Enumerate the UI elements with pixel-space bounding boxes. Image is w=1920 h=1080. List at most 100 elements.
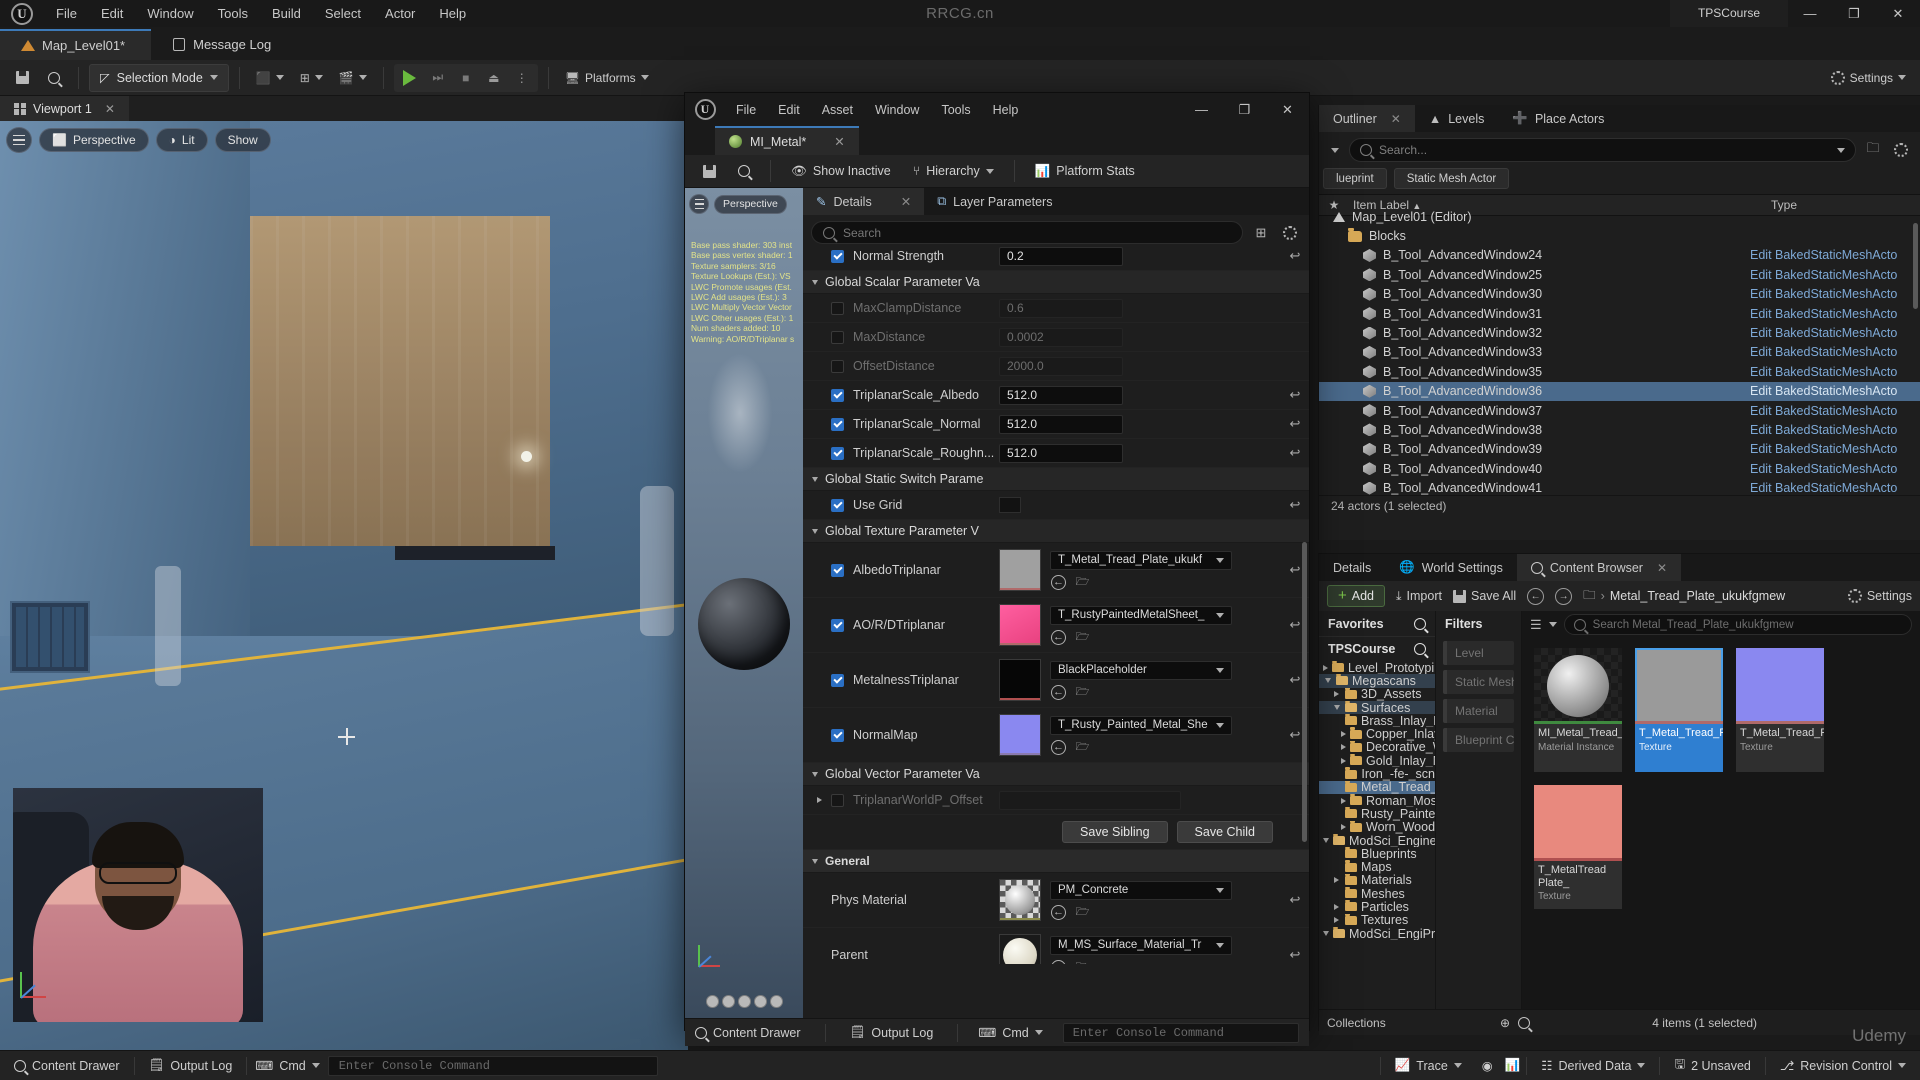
chevron-right-icon[interactable] [1341,731,1346,738]
texture-thumbnail[interactable] [999,714,1041,756]
tab-outliner[interactable]: Outliner ✕ [1319,105,1415,132]
close-icon[interactable]: ✕ [901,194,911,209]
content-tree-node[interactable]: Maps [1319,860,1435,874]
outliner-row-type[interactable]: Edit BakedStaticMeshActo [1750,268,1920,282]
menu-edit[interactable]: Edit [89,2,135,26]
revision-control-button[interactable]: ⎇ Revision Control [1766,1051,1920,1080]
outliner-row[interactable]: B_Tool_AdvancedWindow37 Edit BakedStaticM… [1319,401,1920,420]
parameter-checkbox[interactable] [831,563,844,577]
parameter-value-input[interactable]: 0.6 [999,298,1123,318]
chevron-down-icon[interactable] [1837,147,1845,153]
asset-thumbnail[interactable] [999,934,1041,964]
chevron-down-icon[interactable] [1323,678,1332,684]
tab-levels[interactable]: ▲ Levels [1415,105,1499,132]
content-drawer-button[interactable]: Content Drawer [0,1051,134,1080]
search-icon[interactable] [1414,643,1426,655]
chevron-right-icon[interactable] [1341,744,1346,751]
chevron-right-icon[interactable] [1332,691,1341,698]
asset-grid[interactable]: MI_Metal_Tread_Plate_ Material Instance T_… [1522,638,1920,919]
chip-blueprint[interactable]: lueprint [1323,168,1387,189]
outliner-row-type[interactable]: Edit BakedStaticMeshActo [1750,462,1920,476]
parameter-checkbox[interactable] [831,498,844,512]
asset-search-input[interactable]: Search Metal_Tread_Plate_ukukfgmew [1563,614,1912,635]
outliner-row[interactable]: B_Tool_AdvancedWindow40 Edit BakedStaticM… [1319,459,1920,478]
chevron-right-icon[interactable] [1341,824,1346,831]
close-button[interactable]: ✕ [1876,0,1920,27]
minimize-button[interactable]: — [1180,93,1223,126]
reset-to-default-icon[interactable]: ↩ [1281,892,1309,908]
section-header-vector[interactable]: Global Vector Parameter Va [803,763,1309,786]
menu-tools[interactable]: Tools [930,99,981,121]
asset-tile[interactable]: T_Metal_Tread_Plate_ Texture [1736,648,1824,772]
output-log-button[interactable]: 🗒 Output Log [840,1018,944,1048]
outliner-list[interactable]: Map_Level01 (Editor) Blocks B_Tool_Advance… [1319,207,1920,495]
asset-filter-button[interactable]: Material [1443,699,1514,723]
asset-tile[interactable]: MI_Metal_Tread_Plate_ Material Instance [1534,648,1622,772]
viewport-perspective-button[interactable]: ⬜ Perspective [39,128,149,152]
use-selected-asset-icon[interactable]: 🗁 [1075,740,1090,755]
outliner-row-type[interactable]: Edit BakedStaticMeshActo [1750,423,1920,437]
browse-button[interactable] [730,159,758,184]
content-tree-node[interactable]: Worn_Wooder [1319,820,1435,834]
reset-to-default-icon[interactable]: ↩ [1281,387,1309,403]
tab-map-level01[interactable]: Map_Level01* [0,29,152,60]
nav-forward-button[interactable]: → [1555,587,1573,605]
asset-dropdown[interactable]: T_Rusty_Painted_Metal_She [1050,715,1232,735]
blueprints-button[interactable]: ⊞ [294,64,329,92]
details-parameter-list[interactable]: Normal Strength 0.2 ↩ Global Scalar Paramet… [803,242,1309,964]
parameter-checkbox[interactable] [831,673,844,687]
content-tree-node[interactable]: Metal_Tread_l [1319,780,1435,794]
texture-thumbnail[interactable] [999,549,1041,591]
parameter-checkbox[interactable] [831,301,844,315]
content-tree-node[interactable]: Materials [1319,873,1435,887]
content-browser-settings-button[interactable]: Settings [1847,589,1912,603]
settings-button[interactable]: Settings [1825,64,1912,92]
outliner-row[interactable]: B_Tool_AdvancedWindow36 Edit BakedStaticM… [1319,381,1920,401]
tab-message-log[interactable]: Message Log [151,29,297,60]
material-preview-viewport[interactable]: Perspective Base pass shader: 303 inst Ba… [685,188,803,1018]
content-tree-node[interactable]: Copper_Inlay_ [1319,727,1435,741]
menu-file[interactable]: File [725,99,767,121]
outliner-row[interactable]: B_Tool_AdvancedWindow30 Edit BakedStaticM… [1319,285,1920,304]
browse-to-asset-icon[interactable]: ← [1051,739,1066,755]
add-collection-icon[interactable]: ⊕ [1500,1016,1510,1030]
chevron-right-icon[interactable] [1341,797,1346,804]
details-scrollbar[interactable] [1302,542,1307,842]
outliner-row[interactable]: B_Tool_AdvancedWindow31 Edit BakedStaticM… [1319,304,1920,323]
menu-file[interactable]: File [44,2,89,26]
content-tree-node[interactable]: Textures [1319,913,1435,927]
outliner-row[interactable]: B_Tool_AdvancedWindow39 Edit BakedStaticM… [1319,440,1920,459]
save-all-button[interactable]: Save All [1452,589,1516,603]
section-header-general[interactable]: General [803,850,1309,873]
menu-tools[interactable]: Tools [206,2,260,26]
content-tree-node[interactable]: Level_Prototyping [1319,661,1435,674]
add-actor-button[interactable]: ⬛ [250,64,290,92]
skip-button[interactable]: ⏭ [424,64,452,92]
asset-filter-button[interactable]: Blueprint Cl [1443,728,1514,752]
texture-thumbnail[interactable] [999,659,1041,701]
outliner-row-type[interactable]: Edit BakedStaticMeshActo [1750,481,1920,495]
viewport-lit-button[interactable]: ◑ Lit [155,128,208,152]
content-tree-node[interactable]: Decorative_W [1319,740,1435,754]
outliner-row[interactable]: B_Tool_AdvancedWindow35 Edit BakedStaticM… [1319,362,1920,381]
outliner-row[interactable]: B_Tool_AdvancedWindow33 Edit BakedStaticM… [1319,343,1920,362]
play-options-button[interactable]: ⋮ [508,64,536,92]
content-tree-node[interactable]: Gold_Inlay_Ma [1319,754,1435,767]
outliner-row[interactable]: B_Tool_AdvancedWindow24 Edit BakedStaticM… [1319,246,1920,265]
asset-dropdown[interactable]: T_Metal_Tread_Plate_ukukf [1050,550,1232,570]
content-browser-tree[interactable]: Level_PrototypingMegascans3D_AssetsSurfa… [1319,661,1435,991]
import-button[interactable]: ⤓ Import [1396,589,1442,604]
texture-thumbnail[interactable] [999,604,1041,646]
unsaved-button[interactable]: 🖫 2 Unsaved [1660,1051,1764,1080]
search-icon[interactable] [1414,617,1426,630]
asset-dropdown[interactable]: PM_Concrete [1050,880,1232,900]
parameter-value-input[interactable]: 512.0 [999,414,1123,434]
reset-to-default-icon[interactable]: ↩ [1281,445,1309,461]
browse-to-asset-icon[interactable]: ← [1051,629,1066,645]
content-tree-node[interactable]: Rusty_Paintec [1319,807,1435,821]
use-selected-asset-icon[interactable]: 🗁 [1075,630,1090,645]
parameter-value-input[interactable]: 512.0 [999,443,1123,463]
outliner-scrollbar[interactable] [1913,223,1918,309]
section-header-texture[interactable]: Global Texture Parameter V [803,520,1309,543]
outliner-row-type[interactable]: Edit BakedStaticMeshActo [1750,365,1920,379]
